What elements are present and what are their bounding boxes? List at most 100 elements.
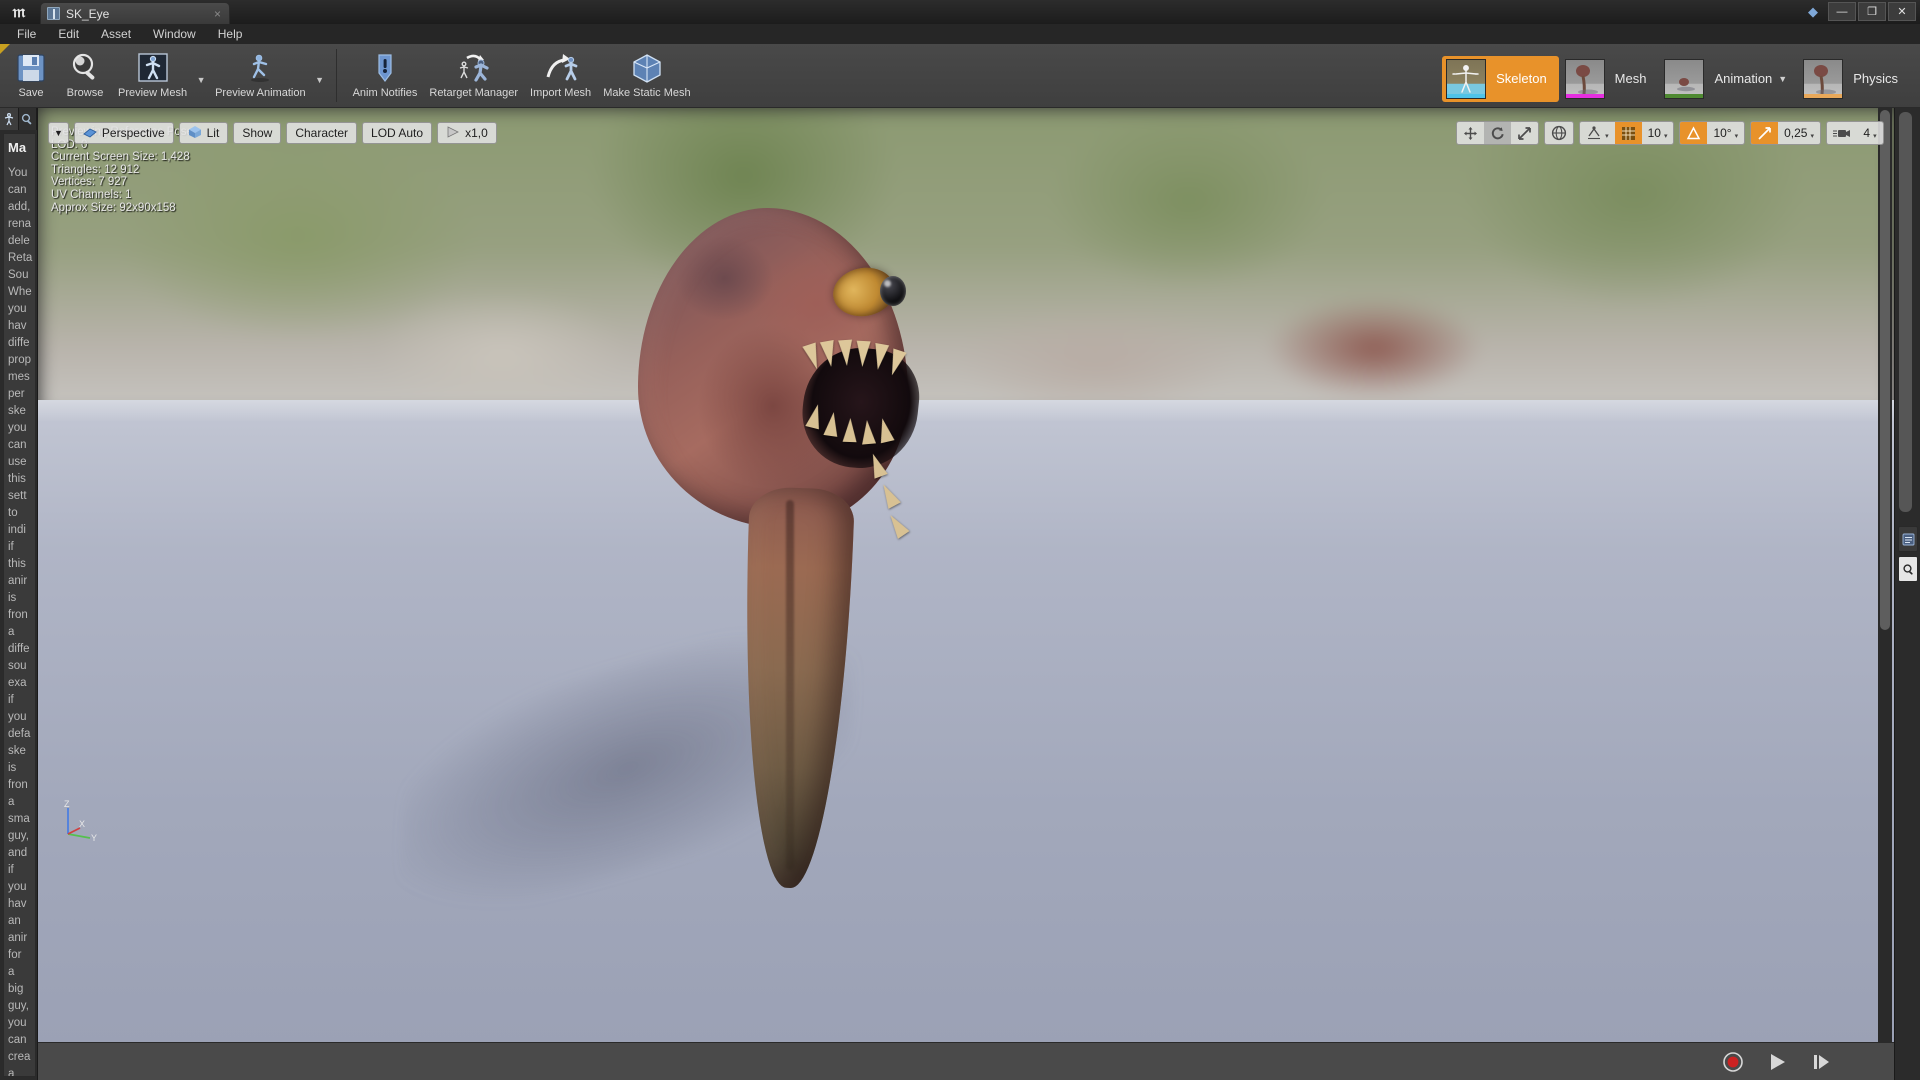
camera-speed-icon[interactable] (1827, 122, 1857, 144)
left-panel-text-line: a (8, 1068, 15, 1077)
preview-mesh-caret-icon[interactable]: ▼ (193, 75, 209, 85)
find-tab[interactable] (1898, 556, 1918, 582)
viewport-character-menu[interactable]: Character (286, 122, 358, 144)
menu-item-help[interactable]: Help (207, 25, 254, 43)
scale-snap-value[interactable]: 0,25 ▾ (1778, 122, 1820, 144)
tooth (859, 419, 877, 445)
menu-item-file[interactable]: File (6, 25, 47, 43)
viewport-viewmode-button[interactable]: Lit (178, 122, 229, 144)
scale-snap-toggle[interactable] (1751, 122, 1779, 144)
grid-snap-toggle[interactable] (1614, 122, 1642, 144)
window-controls: — ❐ ✕ (1826, 2, 1916, 22)
stat-vertices: Vertices: 7 927 (51, 176, 128, 189)
viewport-show-label: Show (242, 126, 273, 140)
viewport-lod-menu[interactable]: LOD Auto (362, 122, 433, 144)
left-panel-text-line: rena (8, 218, 32, 230)
left-panel-text-line: this (8, 558, 26, 570)
toolbar-separator (335, 49, 337, 102)
left-panel-text-line: Sou (8, 269, 29, 281)
browse-button[interactable]: Browse (58, 48, 112, 101)
document-tab-label: SK_Eye (66, 6, 110, 21)
preview-mesh-button[interactable]: Preview Mesh (112, 48, 193, 101)
translate-mode-button[interactable] (1457, 122, 1484, 144)
left-panel-text-line: dele (8, 235, 30, 247)
left-panel-text-line: diffe (8, 643, 30, 655)
viewport-lod-label: LOD Auto (371, 126, 424, 140)
viewport-options-button[interactable]: ▼ (48, 122, 69, 144)
save-button[interactable]: Save (4, 48, 58, 101)
rotate-mode-button[interactable] (1484, 122, 1512, 144)
preview-animation-caret-icon[interactable]: ▼ (312, 75, 328, 85)
scrollbar-thumb[interactable] (1880, 110, 1890, 630)
world-coordinate-icon[interactable] (1545, 122, 1573, 144)
preview-mesh-label: Preview Mesh (118, 87, 188, 99)
camera-speed-value-label: 4 (1863, 126, 1871, 140)
surface-snap-icon[interactable]: ▾ (1580, 122, 1615, 144)
maximize-button[interactable]: ❐ (1858, 2, 1886, 21)
anim-notifies-button[interactable]: Anim Notifies (347, 48, 424, 101)
skeletal-mesh-preview (598, 108, 924, 890)
close-icon[interactable]: × (212, 7, 223, 21)
skeleton-tree-tab[interactable] (0, 108, 19, 130)
angle-snap-toggle[interactable] (1680, 122, 1708, 144)
unreal-persona-window: 𝔪 SK_Eye × ◆ — ❐ ✕ File Edit Asset Windo… (0, 0, 1920, 1080)
left-panel-text-line: ske (8, 405, 26, 417)
retarget-manager-button[interactable]: Retarget Manager (423, 48, 524, 101)
left-panel-text-line: a (8, 966, 15, 978)
right-dock-scrollbar[interactable] (1899, 112, 1912, 512)
left-panel-text-line: if (8, 694, 14, 706)
browse-magnifier-icon (68, 50, 102, 86)
left-panel-text-line: you (8, 1017, 27, 1029)
creature-eye-pupil (880, 276, 906, 306)
step-forward-button[interactable] (1808, 1049, 1834, 1075)
grid-snap-value[interactable]: 10 ▾ (1642, 122, 1674, 144)
physics-mode-thumbnail (1803, 58, 1844, 99)
viewport-camera-button[interactable]: Perspective (73, 122, 174, 144)
mode-accent-bar (1565, 93, 1604, 98)
left-panel-text-line: is (8, 762, 17, 774)
mode-button-skeleton[interactable]: Skeleton (1442, 55, 1559, 102)
minimize-button[interactable]: — (1828, 2, 1856, 21)
left-panel-text-line: sett (8, 490, 27, 502)
svg-text:Y: Y (91, 833, 97, 842)
left-panel-text-line: anir (8, 932, 28, 944)
viewport-playrate-menu[interactable]: x1,0 (437, 122, 497, 144)
make-static-mesh-button[interactable]: Make Static Mesh (597, 48, 696, 101)
menu-item-asset[interactable]: Asset (90, 25, 142, 43)
scale-mode-button[interactable] (1511, 122, 1538, 144)
unreal-logo-icon: 𝔪 (12, 2, 26, 22)
asset-details-tab[interactable] (18, 108, 37, 130)
import-mesh-button[interactable]: Import Mesh (524, 48, 597, 101)
floor-horizon-edge (38, 400, 1894, 422)
animation-mode-caret-icon[interactable]: ▼ (1778, 74, 1787, 84)
left-panel-text-line: if (8, 541, 14, 553)
left-panel-text-line: Reta (8, 252, 33, 264)
details-tab[interactable] (1898, 526, 1918, 552)
mode-button-mesh[interactable]: Mesh (1561, 56, 1659, 102)
left-panel-text-line: add, (8, 201, 31, 213)
lit-viewmode-icon (188, 125, 202, 142)
close-window-button[interactable]: ✕ (1888, 2, 1916, 21)
record-button[interactable] (1720, 1049, 1746, 1075)
mode-button-animation[interactable]: Animation ▼ (1660, 56, 1797, 102)
preview-viewport[interactable]: Previewing Reference Pose LOD: 0 Current… (38, 108, 1894, 1080)
viewport-show-menu[interactable]: Show (233, 122, 282, 144)
mesh-mode-thumbnail (1564, 58, 1605, 99)
preview-animation-button[interactable]: Preview Animation (209, 48, 312, 101)
menu-item-edit[interactable]: Edit (47, 25, 90, 43)
window-app-icon: ◆ (1808, 4, 1818, 19)
svg-text:X: X (79, 819, 85, 829)
left-panel-title: Ma (8, 140, 27, 155)
document-tab-sk-eye[interactable]: SK_Eye × (40, 2, 230, 24)
mode-button-physics[interactable]: Physics (1799, 56, 1910, 102)
play-button[interactable] (1764, 1049, 1790, 1075)
angle-snap-value[interactable]: 10° ▾ (1707, 122, 1744, 144)
tooth (855, 340, 871, 368)
menu-item-window[interactable]: Window (142, 25, 207, 43)
viewport-3d-scene (38, 108, 1894, 1080)
skeleton-asset-icon (47, 7, 60, 20)
viewport-vertical-scrollbar[interactable] (1878, 108, 1892, 1080)
left-dock-tabs (0, 108, 37, 130)
camera-speed-value[interactable]: 4 ▾ (1857, 122, 1883, 144)
